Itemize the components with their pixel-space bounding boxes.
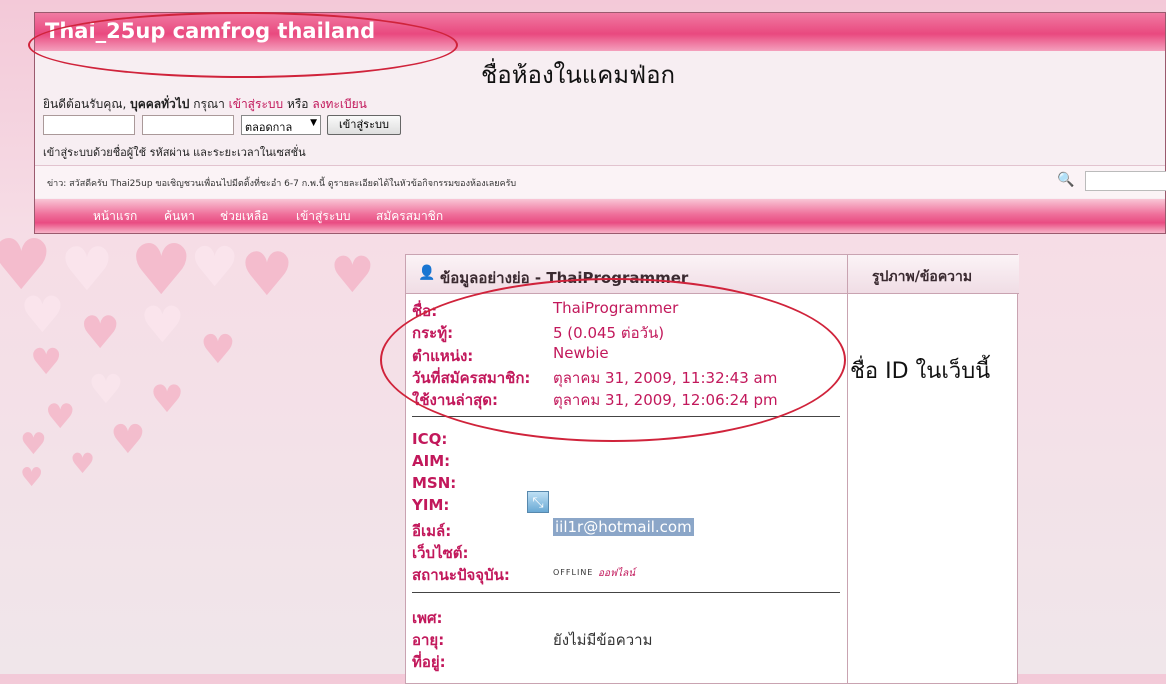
login-button[interactable]: เข้าสู่ระบบ [327,115,401,135]
label-msn: MSN: [412,474,457,492]
heart-icon: ♥ [110,417,146,463]
label-age: อายุ: [412,631,445,649]
nav-search[interactable]: ค้นหา [164,207,195,226]
search-icon[interactable]: 🔍 [1057,172,1074,188]
news-text: ข่าว: สวัสดีครับ Thai25up ขอเชิญชวนเพื่อ… [47,179,517,189]
heart-icon: ♥ [130,229,193,311]
value-last-active: ตุลาคม 31, 2009, 12:06:24 pm [553,391,778,409]
title-bar: Thai_25up camfrog thailand [35,13,1165,51]
label-last-active: ใช้งานล่าสุด: [412,391,499,409]
status-offline-badge: OFFLINE [553,568,594,577]
password-input[interactable] [142,115,234,135]
heart-icon: ♥ [20,427,47,462]
heart-icon: ♥ [150,377,185,421]
value-age: ยังไม่มีข้อความ [553,631,653,649]
please-text: กรุณา [189,97,229,111]
search-input[interactable] [1085,171,1166,191]
heart-icon: ♥ [80,306,121,359]
login-box: ยินดีต้อนรับคุณ, บุคคลทั่วไป กรุณา เข้าส… [35,89,1165,163]
or-text: หรือ [283,97,313,111]
session-duration-select[interactable]: ตลอดกาล ▼ [241,115,321,135]
yim-link-icon[interactable]: ⤡ [527,491,549,513]
guest-name: บุคคลทั่วไป [130,97,190,111]
label-aim: AIM: [412,452,451,470]
heart-icon: ♥ [70,447,96,480]
status-offline-text: ออฟไลน์ [598,568,636,579]
chevron-down-icon: ▼ [310,118,317,128]
news-bar: ข่าว: สวัสดีครับ Thai25up ขอเชิญชวนเพื่อ… [35,165,1166,198]
session-duration-value: ตลอดกาล [245,121,293,134]
profile-summary-table: 👤 ข้อมูลอย่างย่อ - ThaiProgrammer รูปภาพ… [405,254,1019,684]
value-registered: ตุลาคม 31, 2009, 11:32:43 am [553,369,778,387]
heart-icon: ♥ [200,327,236,373]
label-status: สถานะปัจจุบัน: [412,566,510,584]
heart-icon: ♥ [60,235,114,305]
heart-icon: ♥ [330,246,375,304]
forum-header: Thai_25up camfrog thailand ชื่อห้องในแคม… [34,12,1166,234]
email-link[interactable]: iil1r@hotmail.com [553,518,694,536]
username-input[interactable] [43,115,135,135]
login-hint: เข้าสู่ระบบด้วยชื่อผู้ใช้ รหัสผ่าน และระ… [43,146,306,159]
label-name: ชื่อ: [412,302,438,320]
divider [412,592,840,593]
avatar-column-header: รูปภาพ/ข้อความ [847,255,1019,294]
heart-icon: ♥ [30,342,63,383]
value-name: ThaiProgrammer [553,299,679,317]
heart-icon: ♥ [240,240,294,310]
heart-icon: ♥ [20,286,65,344]
label-icq: ICQ: [412,430,448,448]
heart-icon: ♥ [190,235,240,299]
label-registered: วันที่สมัครสมาชิก: [412,369,531,387]
label-website: เว็บไซต์: [412,544,469,562]
welcome-prefix: ยินดีต้อนรับคุณ, [43,97,131,111]
login-link[interactable]: เข้าสู่ระบบ [229,97,284,111]
heart-icon: ♥ [88,367,124,413]
label-gender: เพศ: [412,609,443,627]
nav-home[interactable]: หน้าแรก [93,207,137,226]
id-annotation: ชื่อ ID ในเว็บนี้ [850,359,991,384]
heart-icon: ♥ [45,397,76,437]
label-yim: YIM: [412,496,450,514]
welcome-text: ยินดีต้อนรับคุณ, บุคคลทั่วไป กรุณา เข้าส… [43,95,367,114]
label-posts: กระทู้: [412,324,454,342]
divider [412,416,840,417]
avatar-column [847,293,1019,683]
heart-icon: ♥ [140,296,185,354]
value-position: Newbie [553,344,609,362]
site-title[interactable]: Thai_25up camfrog thailand [45,19,375,43]
nav-help[interactable]: ช่วยเหลือ [220,207,269,226]
profile-header: 👤 ข้อมูลอย่างย่อ - ThaiProgrammer [406,255,847,294]
label-email: อีเมล์: [412,522,452,540]
avatar-column-title: รูปภาพ/ข้อความ [872,269,973,285]
profile-header-title: ข้อมูลอย่างย่อ - ThaiProgrammer [440,269,689,287]
nav-register[interactable]: สมัครสมาชิก [376,207,443,226]
nav-login[interactable]: เข้าสู่ระบบ [296,207,351,226]
label-location: ที่อยู่: [412,653,446,671]
main-nav: หน้าแรก ค้นหา ช่วยเหลือ เข้าสู่ระบบ สมัค… [35,199,1165,233]
value-posts: 5 (0.045 ต่อวัน) [553,324,665,342]
label-position: ตำแหน่ง: [412,347,474,365]
user-icon: 👤 [418,265,436,281]
register-link[interactable]: ลงทะเบียน [312,97,367,111]
value-email[interactable]: iil1r@hotmail.com [553,518,694,536]
heart-icon: ♥ [20,463,44,493]
